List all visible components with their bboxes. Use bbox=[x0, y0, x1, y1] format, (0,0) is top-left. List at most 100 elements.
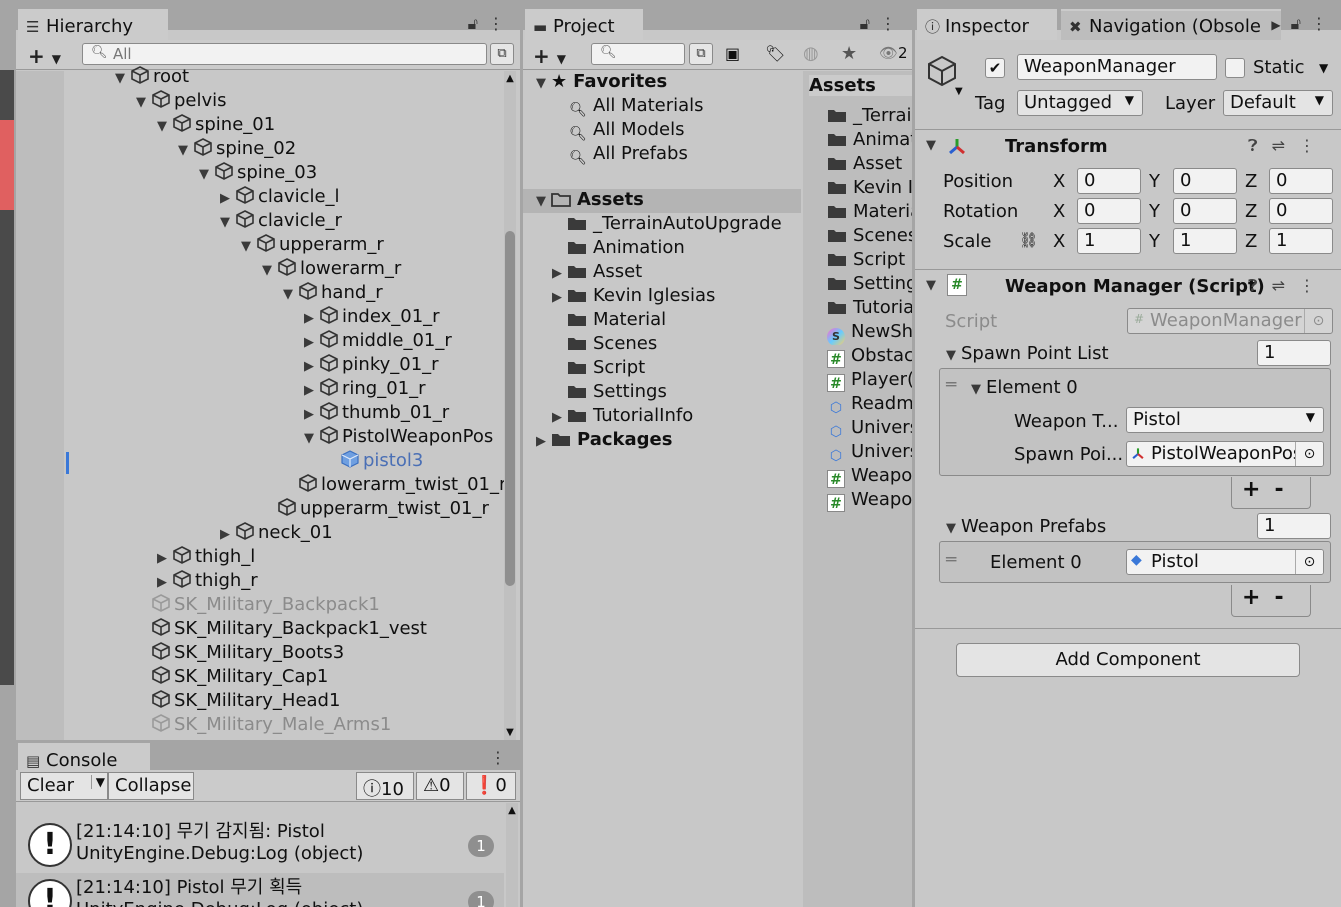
spawn-point-object-field[interactable]: PistolWeaponPos ⊙ bbox=[1126, 441, 1324, 467]
expand-arrow-icon[interactable]: ▶ bbox=[215, 527, 235, 542]
asset-list-item[interactable]: S NewSh bbox=[827, 321, 912, 345]
tab-inspector[interactable]: ⓘ Inspector bbox=[917, 9, 1057, 40]
position-z-axis-label[interactable]: Z bbox=[1245, 171, 1257, 192]
asset-list-item[interactable]: Script bbox=[827, 249, 912, 273]
scale-y-field[interactable]: 1 bbox=[1173, 228, 1237, 254]
hierarchy-item[interactable]: SK_Military_Head1 bbox=[131, 689, 340, 713]
expand-arrow-icon[interactable]: ▶ bbox=[299, 359, 319, 374]
asset-list-item[interactable]: Asset bbox=[827, 153, 912, 177]
favorite-star-icon[interactable]: ★ bbox=[841, 43, 857, 64]
hierarchy-item[interactable]: SK_Military_Backpack1 bbox=[131, 593, 380, 617]
asset-list-item[interactable]: # Player( bbox=[827, 369, 912, 393]
console-scrollbar[interactable]: ▲ bbox=[506, 803, 518, 907]
asset-list-item[interactable]: Scenes bbox=[827, 225, 912, 249]
weapon-prefabs-label[interactable]: ▼ Weapon Prefabs bbox=[941, 516, 1106, 537]
help-icon[interactable]: ❓︎ bbox=[1248, 136, 1272, 155]
layer-dropdown[interactable]: Default ▼ bbox=[1223, 90, 1333, 116]
expand-arrow-icon[interactable]: ▼ bbox=[152, 119, 172, 134]
hierarchy-scrollbar[interactable]: ▲ ▼ bbox=[504, 71, 516, 740]
hierarchy-item[interactable]: SK_Military_Cap1 bbox=[131, 665, 328, 689]
collapse-button[interactable]: Collapse bbox=[108, 772, 194, 800]
asset-folder-item[interactable]: ▶ TutorialInfo bbox=[547, 405, 693, 429]
clear-button[interactable]: Clear ▼ bbox=[20, 772, 108, 800]
object-picker-icon[interactable]: ⊙ bbox=[1295, 550, 1323, 574]
asset-list-item[interactable]: # Weapo bbox=[827, 489, 912, 513]
favorites-header[interactable]: ▼ ★ Favorites bbox=[531, 71, 667, 95]
component-menu-icon[interactable]: ⋮ bbox=[1299, 276, 1329, 295]
expand-arrow-icon[interactable]: ▼ bbox=[215, 215, 235, 230]
weapon-manager-header[interactable]: ▼ # Weapon Manager (Script) ❓︎⇌⋮ bbox=[915, 269, 1341, 303]
expand-arrow-icon[interactable]: ▶ bbox=[152, 551, 172, 566]
hierarchy-item[interactable]: ▼ spine_01 bbox=[152, 113, 275, 137]
scale-x-axis-label[interactable]: X bbox=[1053, 231, 1065, 252]
expand-arrow-icon[interactable]: ▶ bbox=[547, 290, 567, 305]
clear-dropdown-icon[interactable]: ▼ bbox=[90, 775, 105, 789]
rotation-y-axis-label[interactable]: Y bbox=[1149, 201, 1160, 222]
search-scope-button[interactable]: ⧉ bbox=[689, 43, 713, 65]
hierarchy-item[interactable]: SK_Military_Boots3 bbox=[131, 641, 344, 665]
position-y-field[interactable]: 0 bbox=[1173, 168, 1237, 194]
asset-list-item[interactable]: ⬡Univers bbox=[827, 417, 912, 441]
tab-project[interactable]: ▬ Project bbox=[525, 9, 643, 40]
asset-list-item[interactable]: # Weapo bbox=[827, 465, 912, 489]
expand-arrow-icon[interactable]: ▶ bbox=[215, 191, 235, 206]
hierarchy-item[interactable]: ▶ thigh_l bbox=[152, 545, 255, 569]
lock-icon[interactable]: 🔓︎ bbox=[1291, 14, 1311, 33]
expand-arrow-icon[interactable]: ▶ bbox=[299, 335, 319, 350]
scroll-up-arrow[interactable]: ▲ bbox=[504, 73, 516, 84]
scroll-up-arrow[interactable]: ▲ bbox=[506, 805, 518, 816]
expand-arrow-icon[interactable]: ▼ bbox=[173, 143, 193, 158]
hierarchy-item[interactable]: ▼ hand_r bbox=[278, 281, 383, 305]
asset-list-item[interactable]: ⬡Univers bbox=[827, 441, 912, 465]
expand-arrow-icon[interactable]: ▼ bbox=[278, 287, 298, 302]
assets-root[interactable]: ▼ Assets bbox=[531, 189, 644, 213]
tag-dropdown[interactable]: Untagged ▼ bbox=[1017, 90, 1143, 116]
drag-handle-icon[interactable]: ═ bbox=[946, 550, 956, 570]
hierarchy-item[interactable]: ▼ upperarm_r bbox=[236, 233, 384, 257]
label-filter-icon[interactable]: 🏷︎ bbox=[765, 44, 785, 63]
asset-list-item[interactable]: Kevin I bbox=[827, 177, 912, 201]
hierarchy-item[interactable]: ▼ lowerarm_r bbox=[257, 257, 401, 281]
asset-list-item[interactable]: Animat bbox=[827, 129, 912, 153]
type-filter-icon[interactable]: ▣ bbox=[725, 44, 740, 63]
favorite-item[interactable]: 🔍︎ All Models bbox=[569, 119, 684, 143]
expand-arrow-icon[interactable]: ▶ bbox=[547, 410, 567, 425]
add-component-button[interactable]: Add Component bbox=[956, 643, 1300, 677]
position-x-axis-label[interactable]: X bbox=[1053, 171, 1065, 192]
hierarchy-item[interactable]: ▶ neck_01 bbox=[215, 521, 333, 545]
expand-arrow-icon[interactable]: ▼ bbox=[194, 167, 214, 182]
scroll-down-arrow[interactable]: ▼ bbox=[504, 727, 516, 738]
expand-arrow-icon[interactable]: ▶ bbox=[547, 266, 567, 281]
expand-arrow-icon[interactable]: ▼ bbox=[110, 71, 130, 86]
prefabs-size-field[interactable]: 1 bbox=[1257, 513, 1331, 539]
hierarchy-item[interactable]: pistol3 bbox=[320, 449, 423, 473]
static-dropdown-icon[interactable]: ▼ bbox=[1319, 61, 1328, 75]
rotation-x-axis-label[interactable]: X bbox=[1053, 201, 1065, 222]
hierarchy-item[interactable]: ▶ thigh_r bbox=[152, 569, 258, 593]
asset-folder-item[interactable]: Animation bbox=[547, 237, 685, 261]
element-0-label[interactable]: ▼ Element 0 bbox=[966, 377, 1078, 398]
spawn-point-list-label[interactable]: ▼ Spawn Point List bbox=[941, 343, 1109, 364]
scale-y-axis-label[interactable]: Y bbox=[1149, 231, 1160, 252]
rotation-z-field[interactable]: 0 bbox=[1269, 198, 1333, 224]
hierarchy-item[interactable]: ▶ index_01_r bbox=[299, 305, 440, 329]
remove-element-button[interactable]: - bbox=[1274, 477, 1297, 502]
hierarchy-item[interactable]: ▼ spine_03 bbox=[194, 161, 317, 185]
hierarchy-item[interactable]: SK_Military_Male_Arms1 bbox=[131, 713, 391, 737]
create-asset-button[interactable]: + ▼ bbox=[533, 44, 566, 68]
hierarchy-item[interactable]: SK_Military_Backpack1_vest bbox=[131, 617, 427, 641]
asset-list-item[interactable]: ⬡ Readm bbox=[827, 393, 912, 417]
add-element-button[interactable]: + bbox=[1242, 585, 1274, 610]
project-search-input[interactable]: 🔍︎ bbox=[591, 43, 685, 65]
expand-arrow-icon[interactable]: ▶ bbox=[299, 311, 319, 326]
component-menu-icon[interactable]: ⋮ bbox=[1299, 136, 1329, 155]
info-filter-button[interactable]: ⓘ10 bbox=[356, 772, 414, 800]
asset-list-item[interactable]: _Terrai bbox=[827, 105, 912, 129]
packages-root[interactable]: ▶ Packages bbox=[531, 429, 672, 453]
tab-overflow-arrow-icon[interactable]: ▶ bbox=[1271, 18, 1290, 32]
lock-icon[interactable]: 🔓︎ bbox=[860, 14, 880, 33]
hierarchy-item[interactable]: ▶ thumb_01_r bbox=[299, 401, 449, 425]
scale-z-axis-label[interactable]: Z bbox=[1245, 231, 1257, 252]
object-name-field[interactable]: WeaponManager bbox=[1017, 54, 1217, 80]
log-filter-icon[interactable]: ◍ bbox=[803, 43, 819, 64]
